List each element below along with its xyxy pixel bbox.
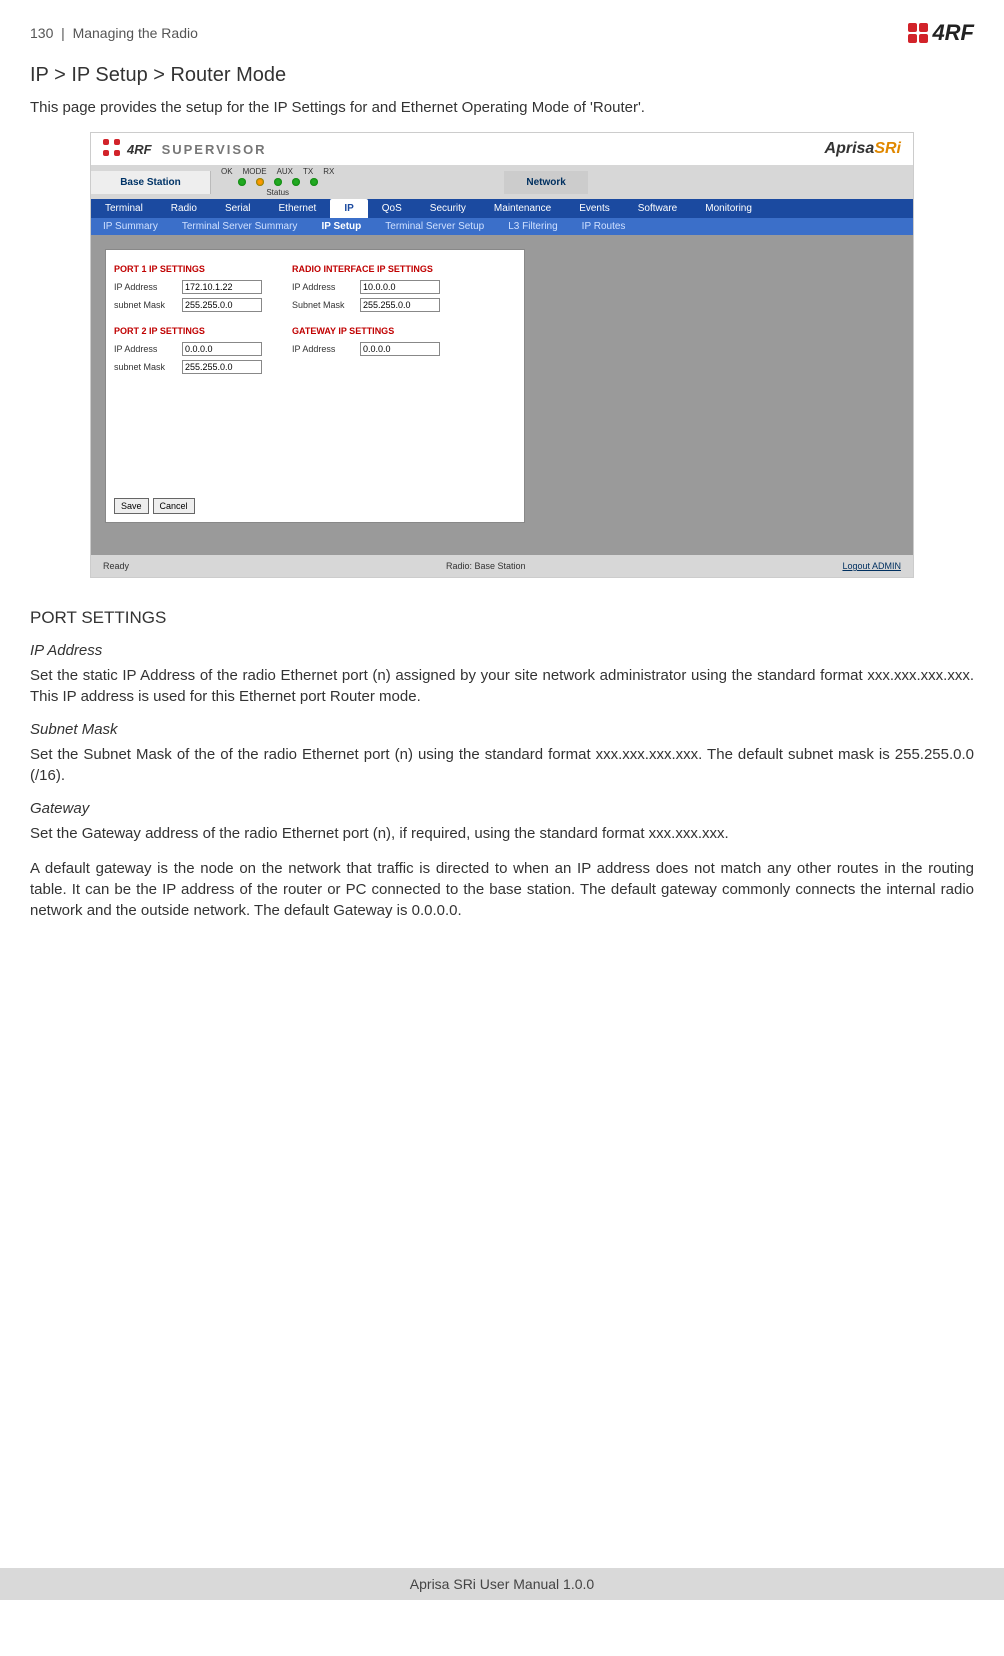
nav1-security[interactable]: Security <box>416 199 480 218</box>
supervisor-label: SUPERVISOR <box>162 142 267 157</box>
manual-footer: Aprisa SRi User Manual 1.0.0 <box>0 1568 1004 1600</box>
brand-prefix: Aprisa <box>825 140 875 157</box>
intro-text: This page provides the setup for the IP … <box>30 97 974 118</box>
subnet-text: Set the Subnet Mask of the of the radio … <box>30 744 974 786</box>
led-label: TX <box>303 167 313 176</box>
nav1-ip[interactable]: IP <box>330 199 367 218</box>
nav-secondary: IP Summary Terminal Server Summary IP Se… <box>91 218 913 235</box>
gateway-text-2: A default gateway is the node on the net… <box>30 858 974 921</box>
footer-radio: Radio: Base Station <box>446 561 526 571</box>
logo-4rf: 4RF <box>908 20 974 46</box>
port-settings-heading: PORT SETTINGS <box>30 608 974 628</box>
port2-mask-label: subnet Mask <box>114 362 174 372</box>
ip-address-text: Set the static IP Address of the radio E… <box>30 665 974 707</box>
logo-text: 4RF <box>932 20 974 46</box>
gateway-title: GATEWAY IP SETTINGS <box>292 326 440 336</box>
nav2-ip-setup[interactable]: IP Setup <box>309 218 373 235</box>
cancel-button[interactable]: Cancel <box>153 498 195 514</box>
nav2-ip-routes[interactable]: IP Routes <box>570 218 638 235</box>
nav2-ip-summary[interactable]: IP Summary <box>91 218 170 235</box>
save-button[interactable]: Save <box>114 498 149 514</box>
brand-suffix: SRi <box>874 140 901 157</box>
port1-ip-input[interactable] <box>182 280 262 294</box>
radio-ip-label: IP Address <box>292 282 352 292</box>
subnet-heading: Subnet Mask <box>30 721 974 738</box>
nav2-terminal-server-setup[interactable]: Terminal Server Setup <box>373 218 496 235</box>
page-section: Managing the Radio <box>73 25 198 41</box>
logo-dots-icon <box>908 23 928 43</box>
nav1-ethernet[interactable]: Ethernet <box>265 199 331 218</box>
ip-address-heading: IP Address <box>30 642 974 659</box>
ss-logo-text: 4RF <box>127 142 152 157</box>
port2-ip-input[interactable] <box>182 342 262 356</box>
radio-mask-label: Subnet Mask <box>292 300 352 310</box>
nav2-l3-filtering[interactable]: L3 Filtering <box>496 218 569 235</box>
port1-mask-input[interactable] <box>182 298 262 312</box>
port1-mask-label: subnet Mask <box>114 300 174 310</box>
port2-title: PORT 2 IP SETTINGS <box>114 326 262 336</box>
nav1-events[interactable]: Events <box>565 199 624 218</box>
gateway-ip-input[interactable] <box>360 342 440 356</box>
port1-title: PORT 1 IP SETTINGS <box>114 264 262 274</box>
supervisor-screenshot: 4RF SUPERVISOR AprisaSRi Base Station OK… <box>90 132 914 578</box>
led-label: OK <box>221 167 233 176</box>
radio-ip-input[interactable] <box>360 280 440 294</box>
status-leds: OK MODE AUX TX RX Status <box>211 165 344 199</box>
logout-link[interactable]: Logout ADMIN <box>842 561 901 571</box>
station-label: Base Station <box>91 171 211 194</box>
gateway-heading: Gateway <box>30 800 974 817</box>
nav1-software[interactable]: Software <box>624 199 691 218</box>
port2-mask-input[interactable] <box>182 360 262 374</box>
footer-ready: Ready <box>103 561 129 571</box>
aprisa-brand: AprisaSRi <box>825 140 901 158</box>
nav1-qos[interactable]: QoS <box>368 199 416 218</box>
port1-ip-label: IP Address <box>114 282 174 292</box>
nav1-maintenance[interactable]: Maintenance <box>480 199 565 218</box>
network-tab[interactable]: Network <box>504 171 587 194</box>
led-label: MODE <box>243 167 267 176</box>
nav1-terminal[interactable]: Terminal <box>91 199 157 218</box>
nav1-monitoring[interactable]: Monitoring <box>691 199 766 218</box>
status-text: Status <box>266 188 289 197</box>
page-number: 130 <box>30 25 53 41</box>
radio-mask-input[interactable] <box>360 298 440 312</box>
radio-title: RADIO INTERFACE IP SETTINGS <box>292 264 440 274</box>
gateway-ip-label: IP Address <box>292 344 352 354</box>
ss-logo-dots-icon <box>103 139 123 159</box>
nav1-serial[interactable]: Serial <box>211 199 265 218</box>
page-title: IP > IP Setup > Router Mode <box>30 64 974 87</box>
nav-primary: Terminal Radio Serial Ethernet IP QoS Se… <box>91 199 913 218</box>
port2-ip-label: IP Address <box>114 344 174 354</box>
nav2-terminal-server-summary[interactable]: Terminal Server Summary <box>170 218 310 235</box>
nav1-radio[interactable]: Radio <box>157 199 211 218</box>
gateway-text-1: Set the Gateway address of the radio Eth… <box>30 823 974 844</box>
page-header-left: 130 | Managing the Radio <box>30 25 198 41</box>
led-label: RX <box>323 167 334 176</box>
led-label: AUX <box>277 167 293 176</box>
